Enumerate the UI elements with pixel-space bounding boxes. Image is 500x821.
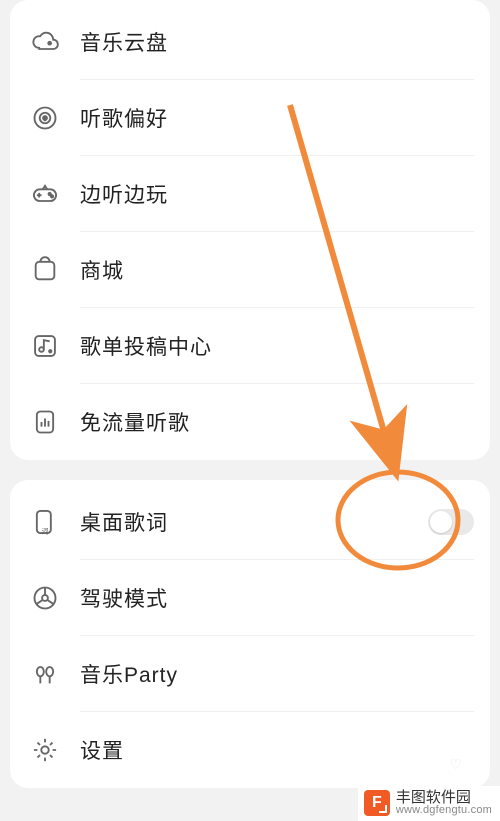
settings-icon <box>28 733 62 767</box>
svg-text:词: 词 <box>42 528 49 536</box>
playlist-sub-icon <box>28 329 62 363</box>
watermark-title: 丰图软件园 <box>396 790 492 806</box>
driving-icon <box>28 581 62 615</box>
menu-item-label: 歌单投稿中心 <box>80 331 212 361</box>
menu-item-label: 桌面歌词 <box>80 507 168 537</box>
party-icon <box>28 657 62 691</box>
menu-item-label: 音乐云盘 <box>80 27 168 57</box>
menu-item-desktop-lyrics[interactable]: 词 桌面歌词 <box>10 484 490 560</box>
watermark-badge-icon: F <box>364 790 390 816</box>
menu-item-driving-mode[interactable]: 驾驶模式 <box>10 560 490 636</box>
desktop-lyrics-toggle[interactable] <box>428 509 474 535</box>
store-icon <box>28 253 62 287</box>
menu-item-listening-preference[interactable]: 听歌偏好 <box>10 80 490 156</box>
gamepad-icon <box>28 177 62 211</box>
watermark: F 丰图软件园 www.dgfengtu.com <box>358 786 500 821</box>
menu-item-store[interactable]: 商城 <box>10 232 490 308</box>
settings-group-2: 词 桌面歌词 驾驶模式 音乐Party 设置 <box>10 480 490 788</box>
menu-item-playlist-submission[interactable]: 歌单投稿中心 <box>10 308 490 384</box>
menu-item-label: 听歌偏好 <box>80 103 168 133</box>
watermark-url: www.dgfengtu.com <box>396 805 492 817</box>
menu-item-label: 音乐Party <box>80 659 178 689</box>
menu-item-label: 免流量听歌 <box>80 407 190 437</box>
menu-item-label: 设置 <box>80 735 124 765</box>
menu-item-settings[interactable]: 设置 <box>10 712 490 788</box>
cloud-disk-icon <box>28 25 62 59</box>
menu-item-label: 商城 <box>80 255 124 285</box>
preference-icon <box>28 101 62 135</box>
menu-item-label: 边听边玩 <box>80 179 168 209</box>
decoration-icon: ♡ <box>449 756 462 773</box>
toggle-knob <box>430 511 452 533</box>
menu-item-music-cloud[interactable]: 音乐云盘 <box>10 4 490 80</box>
settings-group-1: 音乐云盘 听歌偏好 边听边玩 商城 歌单投稿中心 免流量听歌 <box>10 0 490 460</box>
menu-item-label: 驾驶模式 <box>80 583 168 613</box>
menu-item-music-party[interactable]: 音乐Party <box>10 636 490 712</box>
lyrics-icon: 词 <box>28 505 62 539</box>
free-data-icon <box>28 405 62 439</box>
menu-item-listen-and-play[interactable]: 边听边玩 <box>10 156 490 232</box>
menu-item-free-data[interactable]: 免流量听歌 <box>10 384 490 460</box>
